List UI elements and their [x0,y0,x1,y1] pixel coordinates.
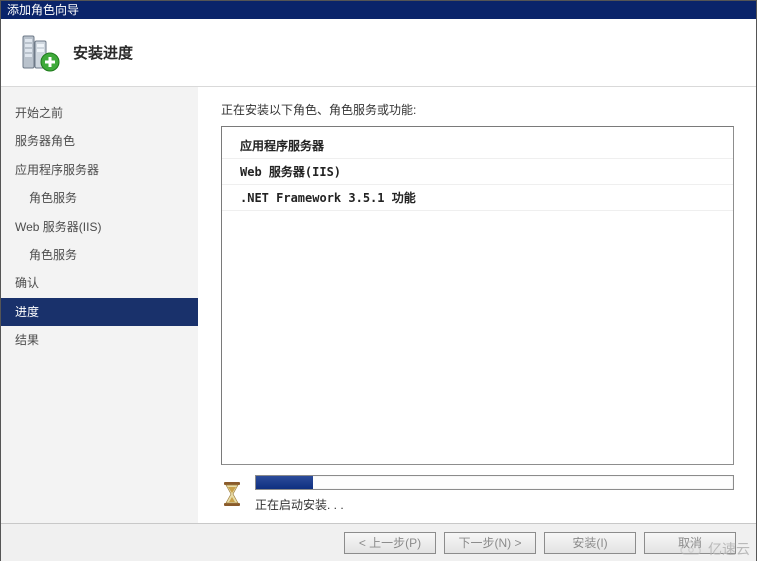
role-item: 应用程序服务器 [222,133,733,159]
next-button[interactable]: 下一步(N) > [444,532,536,554]
install-progressbar [255,475,734,490]
content-panel: 正在安装以下角色、角色服务或功能: 应用程序服务器Web 服务器(IIS).NE… [199,87,756,523]
sidebar-step: 开始之前 [1,99,198,127]
window-titlebar: 添加角色向导 [1,1,756,19]
sidebar-step: 确认 [1,269,198,297]
roles-listbox: 应用程序服务器Web 服务器(IIS).NET Framework 3.5.1 … [221,126,734,465]
window-title: 添加角色向导 [7,3,79,17]
sidebar-step: 结果 [1,326,198,354]
wizard-steps-sidebar: 开始之前服务器角色应用程序服务器角色服务Web 服务器(IIS)角色服务确认进度… [1,87,199,523]
sidebar-step: 服务器角色 [1,127,198,155]
progress-row: 正在启动安装. . . [221,475,734,513]
role-item: .NET Framework 3.5.1 功能 [222,185,733,211]
sidebar-step: 进度 [1,298,198,326]
role-item: Web 服务器(IIS) [222,159,733,185]
hourglass-icon [221,480,243,508]
sidebar-step: Web 服务器(IIS) [1,213,198,241]
server-role-icon [19,32,61,74]
page-title: 安装进度 [73,42,133,63]
previous-button[interactable]: < 上一步(P) [344,532,436,554]
wizard-header: 安装进度 [1,19,756,87]
install-label: 正在安装以下角色、角色服务或功能: [221,101,734,118]
cancel-button[interactable]: 取消 [644,532,736,554]
sidebar-step: 角色服务 [1,241,198,269]
sidebar-step: 角色服务 [1,184,198,212]
wizard-body: 开始之前服务器角色应用程序服务器角色服务Web 服务器(IIS)角色服务确认进度… [1,87,756,523]
wizard-footer: < 上一步(P) 下一步(N) > 安装(I) 取消 [1,523,756,561]
install-button[interactable]: 安装(I) [544,532,636,554]
progress-status-text: 正在启动安装. . . [255,496,734,513]
sidebar-step: 应用程序服务器 [1,156,198,184]
progress-fill [256,476,313,489]
